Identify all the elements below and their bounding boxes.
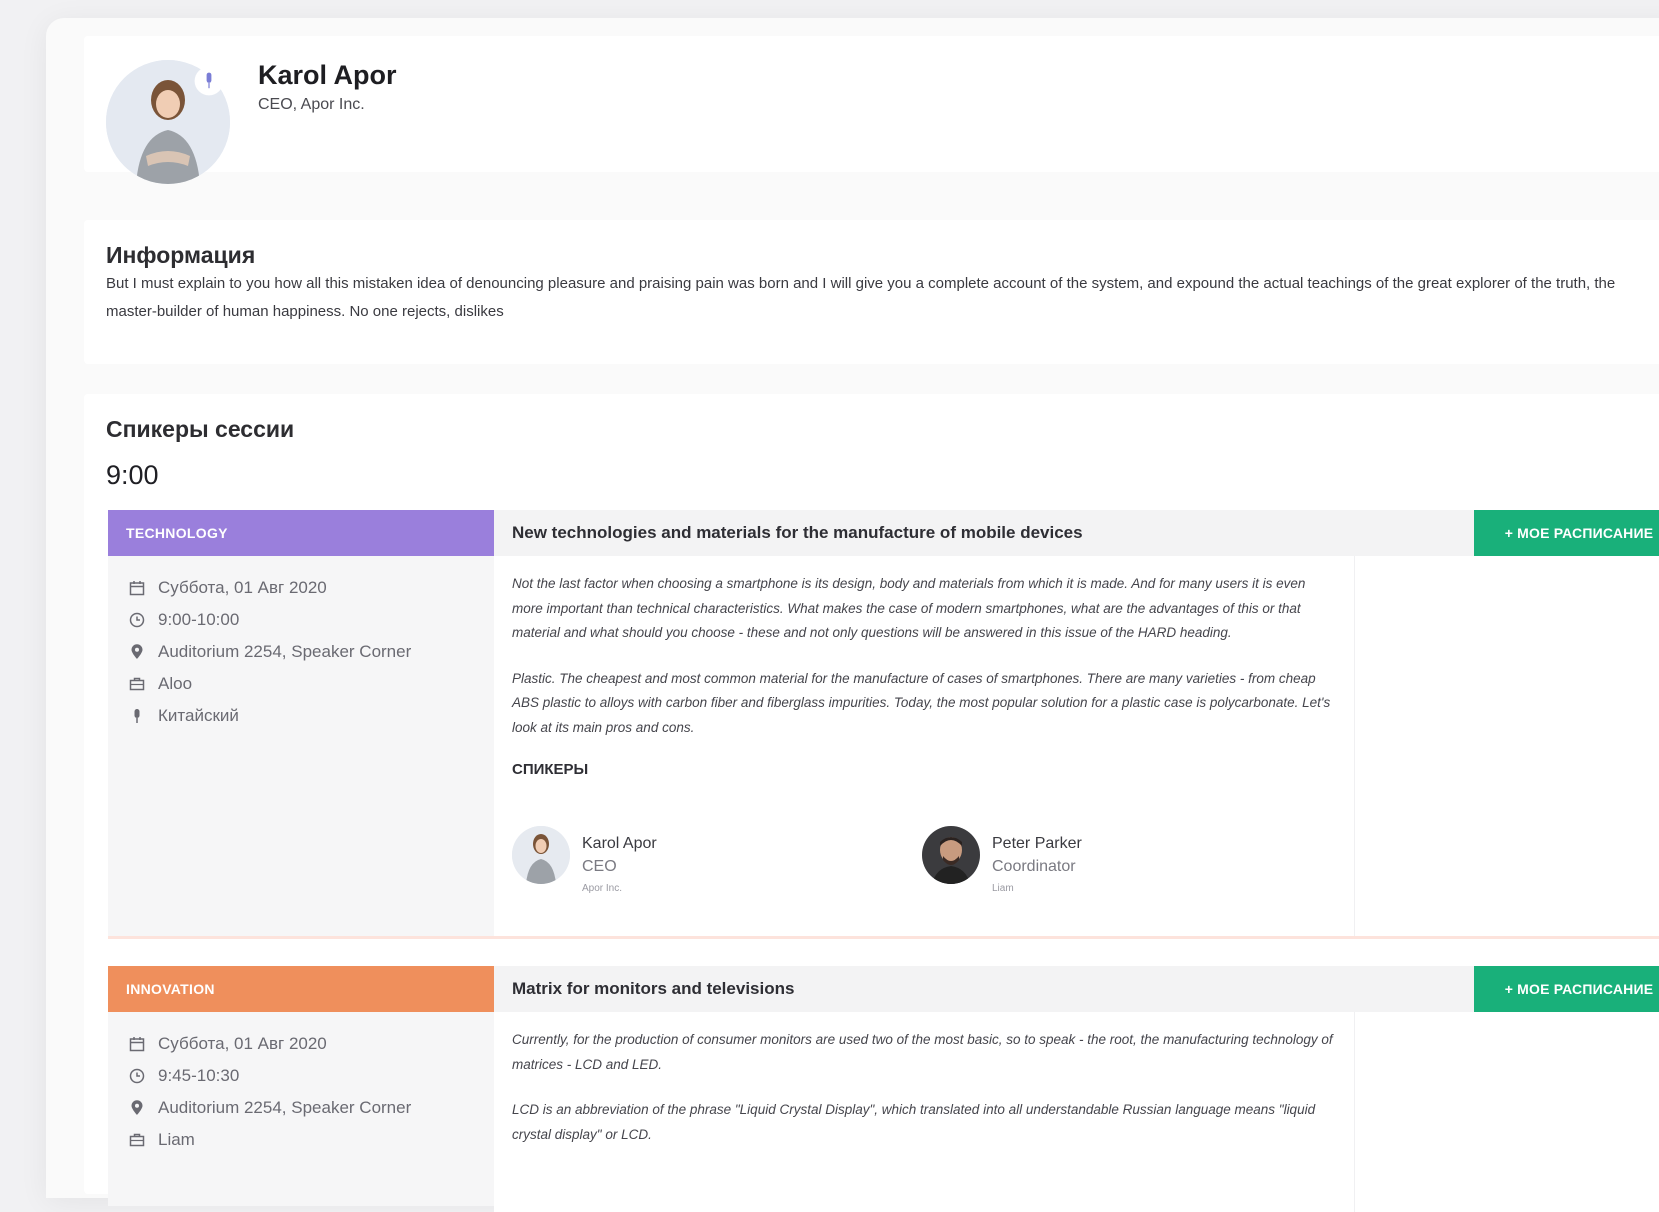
microphone-badge-icon xyxy=(194,66,224,96)
clock-icon xyxy=(128,611,146,629)
meta-date-text: Суббота, 01 Авг 2020 xyxy=(158,1034,327,1053)
meta-date: Суббота, 01 Авг 2020 xyxy=(128,1028,494,1060)
session-title-bar: New technologies and materials for the m… xyxy=(494,510,1659,556)
microphone-icon xyxy=(128,707,146,725)
time-heading: 9:00 xyxy=(106,460,159,490)
profile-card: Karol Apor CEO, Apor Inc. xyxy=(84,36,1659,184)
speakers-label: СПИКЕРЫ xyxy=(512,761,589,778)
meta-location: Auditorium 2254, Speaker Corner xyxy=(128,636,494,668)
meta-org: Aloo xyxy=(128,668,494,700)
speaker-name: Karol Apor xyxy=(582,835,657,852)
info-text: But I must explain to you how all this m… xyxy=(106,275,1616,320)
info-title: Информация xyxy=(106,242,256,268)
meta-date: Суббота, 01 Авг 2020 xyxy=(128,572,494,604)
description-paragraph: Currently, for the production of consume… xyxy=(512,1032,1333,1072)
meta-time-text: 9:00-10:00 xyxy=(158,610,240,629)
map-pin-icon xyxy=(128,643,146,661)
speaker-item[interactable]: Peter Parker Coordinator Liam xyxy=(922,826,1082,900)
session-description: Currently, for the production of consume… xyxy=(494,1012,1354,1212)
speakers-card: Спикеры сессии 9:00 TECHNOLOGY Суббота, … xyxy=(84,394,1659,1212)
speaker-text: Karol Apor CEO Apor Inc. xyxy=(582,826,657,900)
session-meta: INNOVATION Суббота, 01 Авг 2020 9:45-10:… xyxy=(108,966,494,1206)
briefcase-icon xyxy=(128,1131,146,1149)
speaker-text: Peter Parker Coordinator Liam xyxy=(992,826,1082,900)
profile-role: CEO, Apor Inc. xyxy=(258,96,365,113)
session-content: New technologies and materials for the m… xyxy=(494,510,1659,936)
description-paragraph: Not the last factor when choosing a smar… xyxy=(512,576,1306,640)
speaker-name: Peter Parker xyxy=(992,835,1082,852)
session-meta: TECHNOLOGY Суббота, 01 Авг 2020 9:00-10:… xyxy=(108,510,494,936)
category-tag[interactable]: INNOVATION xyxy=(108,966,494,1012)
speaker-item[interactable]: Karol Apor CEO Apor Inc. xyxy=(512,826,657,900)
map-pin-icon xyxy=(128,1099,146,1117)
description-paragraph: LCD is an abbreviation of the phrase "Li… xyxy=(512,1102,1316,1142)
session-title[interactable]: New technologies and materials for the m… xyxy=(512,510,1083,556)
meta-list: Суббота, 01 Авг 2020 9:45-10:30 Auditori… xyxy=(108,1012,494,1156)
briefcase-icon xyxy=(128,675,146,693)
meta-list: Суббота, 01 Авг 2020 9:00-10:00 Auditori… xyxy=(108,556,494,732)
woman-portrait-icon xyxy=(512,826,570,884)
session-title[interactable]: Matrix for monitors and televisions xyxy=(512,966,794,1012)
session-side-space xyxy=(1354,1012,1659,1212)
calendar-icon xyxy=(128,579,146,597)
session-content: Matrix for monitors and televisions + МО… xyxy=(494,966,1659,1212)
meta-language: Китайский xyxy=(128,700,494,732)
session-card: TECHNOLOGY Суббота, 01 Авг 2020 9:00-10:… xyxy=(108,510,1659,936)
meta-org-text: Aloo xyxy=(158,674,193,693)
man-portrait-icon xyxy=(922,826,980,884)
session-card: INNOVATION Суббота, 01 Авг 2020 9:45-10:… xyxy=(108,966,1659,1212)
profile-name: Karol Apor xyxy=(258,60,397,90)
meta-location-text: Auditorium 2254, Speaker Corner xyxy=(158,642,412,661)
session-title-bar: Matrix for monitors and televisions + МО… xyxy=(494,966,1659,1012)
meta-location: Auditorium 2254, Speaker Corner xyxy=(128,1092,494,1124)
description-paragraph: Plastic. The cheapest and most common ma… xyxy=(512,670,1331,735)
calendar-icon xyxy=(128,1035,146,1053)
meta-org-text: Liam xyxy=(158,1130,195,1149)
category-tag[interactable]: TECHNOLOGY xyxy=(108,510,494,556)
meta-org: Liam xyxy=(128,1124,494,1156)
speaker-avatar xyxy=(922,826,980,884)
session-divider xyxy=(108,936,1659,939)
speakers-section-title: Спикеры сессии xyxy=(106,416,295,442)
meta-language-text: Китайский xyxy=(158,706,239,725)
meta-time: 9:00-10:00 xyxy=(128,604,494,636)
meta-location-text: Auditorium 2254, Speaker Corner xyxy=(158,1098,412,1117)
add-to-schedule-button[interactable]: + МОЕ РАСПИСАНИЕ xyxy=(1474,966,1659,1012)
speaker-company: Liam xyxy=(992,883,1014,894)
speaker-avatar xyxy=(512,826,570,884)
session-description: Not the last factor when choosing a smar… xyxy=(494,556,1354,936)
info-card: Информация But I must explain to you how… xyxy=(84,220,1659,364)
speaker-company: Apor Inc. xyxy=(582,883,623,894)
speaker-role: CEO xyxy=(582,858,617,875)
session-side-space xyxy=(1354,556,1659,936)
speaker-role: Coordinator xyxy=(992,858,1076,875)
clock-icon xyxy=(128,1067,146,1085)
add-to-schedule-button[interactable]: + МОЕ РАСПИСАНИЕ xyxy=(1474,510,1659,556)
meta-time-text: 9:45-10:30 xyxy=(158,1066,240,1085)
meta-time: 9:45-10:30 xyxy=(128,1060,494,1092)
meta-date-text: Суббота, 01 Авг 2020 xyxy=(158,578,327,597)
